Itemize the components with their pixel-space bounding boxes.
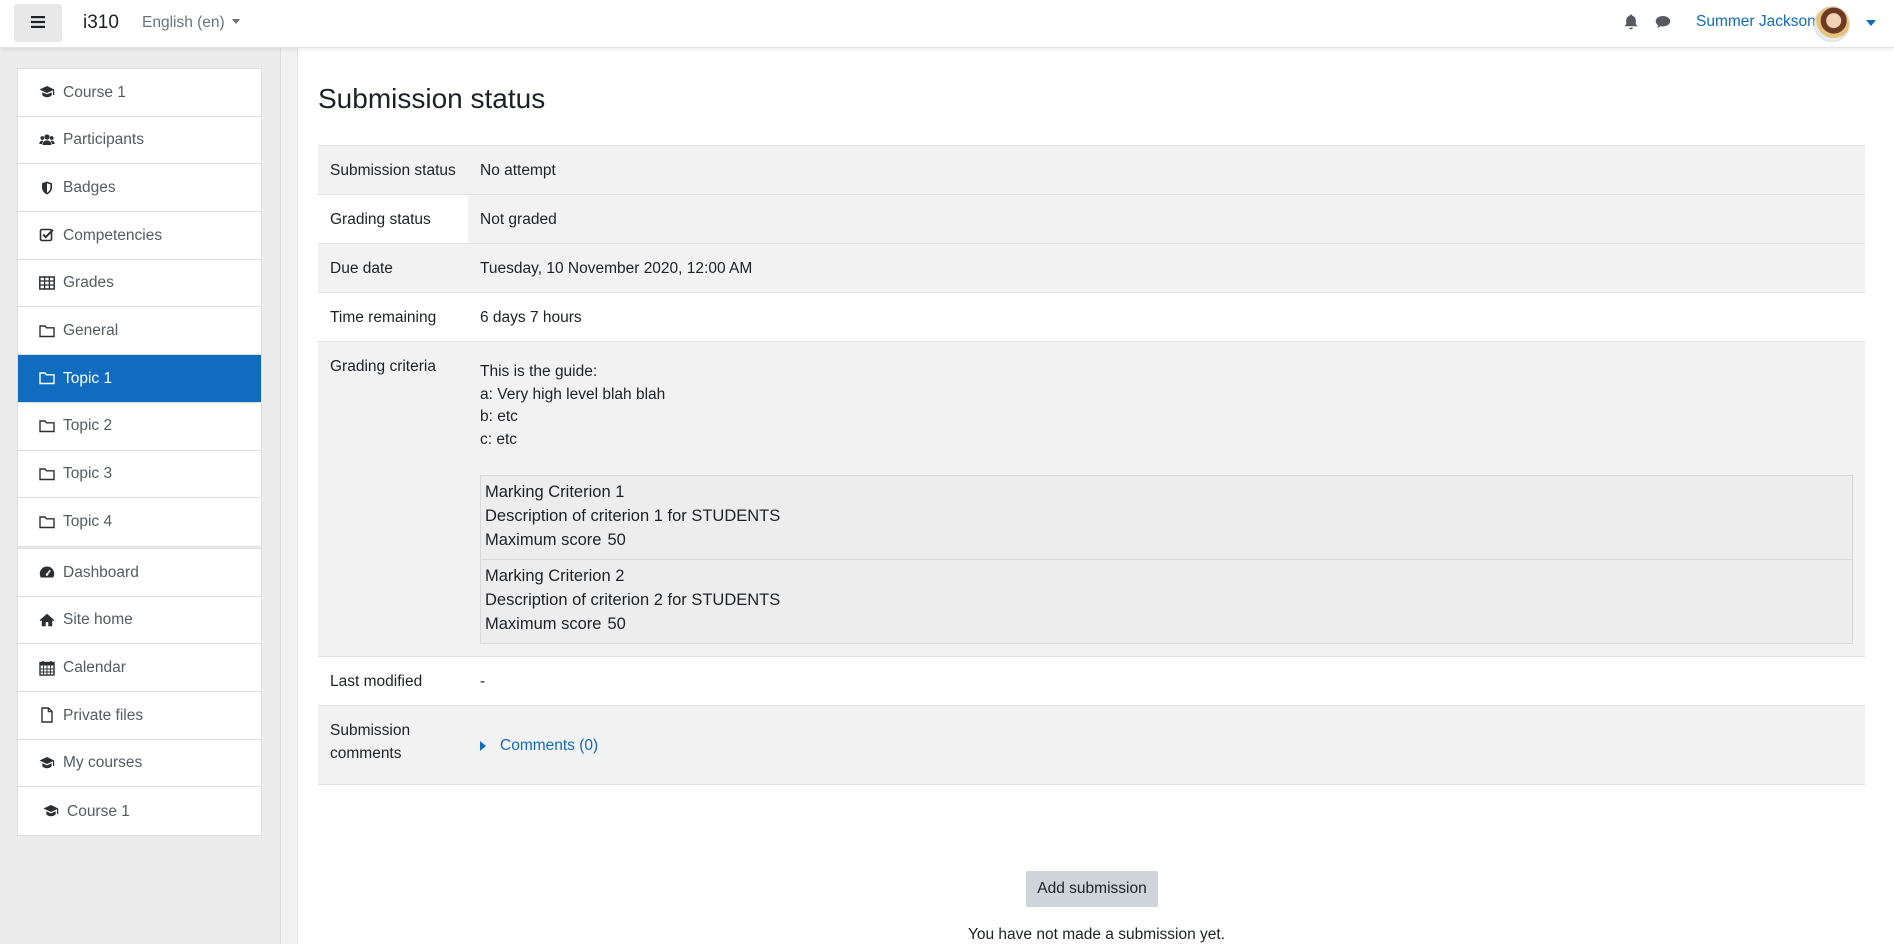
page-title: Submission status bbox=[318, 83, 546, 114]
menu-toggle-button[interactable] bbox=[14, 4, 62, 42]
row-label: Due date bbox=[330, 260, 393, 277]
sidebar-item-my-course-1[interactable]: Course 1 bbox=[18, 787, 261, 835]
folder-icon bbox=[39, 514, 55, 530]
table-row: Submission status No attempt bbox=[318, 146, 1865, 195]
grading-status-value: Not graded bbox=[468, 195, 1865, 243]
sidebar-item-dashboard[interactable]: Dashboard bbox=[18, 549, 261, 597]
submission-status-table: Submission status No attempt Grading sta… bbox=[318, 145, 1865, 785]
last-modified-value: - bbox=[480, 673, 486, 690]
sidebar-item-course-1[interactable]: Course 1 bbox=[18, 69, 261, 117]
folder-icon bbox=[39, 323, 55, 339]
table-row: Time remaining 6 days 7 hours bbox=[318, 293, 1865, 342]
sidebar-item-grades[interactable]: Grades bbox=[18, 260, 261, 308]
site-name-link[interactable]: i310 bbox=[83, 12, 119, 34]
sidebar-item-topic-1[interactable]: Topic 1 bbox=[18, 355, 261, 403]
calendar-icon bbox=[39, 660, 55, 676]
graduation-cap-icon bbox=[39, 755, 55, 771]
folder-icon bbox=[39, 418, 55, 434]
user-menu-name[interactable]: Summer Jackson bbox=[1696, 13, 1816, 31]
table-row: Submission comments Comments (0) bbox=[318, 706, 1865, 785]
sidebar-item-participants[interactable]: Participants bbox=[18, 117, 261, 165]
table-row: Grading status Not graded bbox=[318, 195, 1865, 244]
folder-icon bbox=[39, 466, 55, 482]
sidebar-item-badges[interactable]: Badges bbox=[18, 164, 261, 213]
users-icon bbox=[39, 132, 55, 148]
sidebar-item-site-home[interactable]: Site home bbox=[18, 597, 261, 645]
sidebar-item-topic-3[interactable]: Topic 3 bbox=[18, 451, 261, 499]
graduation-cap-icon bbox=[39, 84, 55, 100]
add-submission-button[interactable]: Add submission bbox=[1026, 871, 1158, 907]
sidebar-item-competencies[interactable]: Competencies bbox=[18, 212, 261, 260]
chevron-down-icon bbox=[231, 19, 240, 24]
criteria-list: Marking Criterion 1 Description of crite… bbox=[480, 475, 1853, 644]
row-label: Grading status bbox=[330, 211, 431, 228]
dashboard-icon bbox=[39, 564, 55, 580]
shield-icon bbox=[39, 180, 55, 196]
home-icon bbox=[39, 612, 55, 628]
chevron-down-icon[interactable] bbox=[1866, 20, 1876, 26]
chat-icon[interactable] bbox=[1655, 15, 1671, 33]
sidebar-item-general[interactable]: General bbox=[18, 307, 261, 356]
bell-icon[interactable] bbox=[1624, 14, 1638, 34]
criterion-name: Marking Criterion 1 bbox=[485, 483, 625, 501]
language-menu[interactable]: English (en) bbox=[142, 14, 240, 32]
graduation-cap-icon bbox=[43, 803, 59, 819]
no-submission-message: You have not made a submission yet. bbox=[967, 926, 1226, 943]
avatar[interactable] bbox=[1814, 6, 1850, 42]
sidebar-item-topic-2[interactable]: Topic 2 bbox=[18, 403, 261, 451]
table-icon bbox=[39, 275, 55, 291]
row-label: Submission comments bbox=[330, 722, 411, 762]
row-label: Grading criteria bbox=[330, 358, 436, 375]
submission-comments-value: Comments (0) bbox=[468, 706, 1865, 784]
sidebar-item-topic-4[interactable]: Topic 4 bbox=[18, 498, 261, 546]
grading-guide-text: This is the guide: a: Very high level bl… bbox=[480, 363, 666, 448]
main-content: Submission status Submission status No a… bbox=[297, 48, 1894, 944]
criterion-max-score: Maximum score 50 bbox=[485, 615, 626, 633]
table-row: Due date Tuesday, 10 November 2020, 12:0… bbox=[318, 244, 1865, 293]
table-row: Last modified - bbox=[318, 657, 1865, 706]
caret-right-icon bbox=[480, 740, 486, 751]
time-remaining-value: 6 days 7 hours bbox=[480, 309, 582, 326]
site-nav-list: Dashboard Site home Calendar Private fil… bbox=[17, 548, 262, 837]
criterion-item: Marking Criterion 2 Description of crite… bbox=[481, 560, 1852, 643]
table-row: Grading criteria This is the guide: a: V… bbox=[318, 342, 1865, 657]
criterion-description: Description of criterion 2 for STUDENTS bbox=[485, 591, 781, 609]
course-nav-list: Course 1 Participants Badges Competencie… bbox=[17, 68, 262, 547]
criterion-name: Marking Criterion 2 bbox=[485, 567, 625, 585]
checkbox-icon bbox=[39, 227, 55, 243]
submission-status-value: No attempt bbox=[480, 162, 556, 179]
menu-icon bbox=[31, 15, 45, 32]
top-navbar: i310 English (en) Summer Jackson bbox=[0, 0, 1894, 48]
sidebar-item-my-courses[interactable]: My courses bbox=[18, 740, 261, 788]
row-label: Last modified bbox=[330, 673, 423, 690]
row-label: Submission status bbox=[330, 162, 456, 179]
criterion-max-score: Maximum score 50 bbox=[485, 531, 626, 549]
nav-drawer: Course 1 Participants Badges Competencie… bbox=[0, 48, 281, 944]
sidebar-item-calendar[interactable]: Calendar bbox=[18, 644, 261, 693]
sidebar-item-private-files[interactable]: Private files bbox=[18, 692, 261, 740]
criterion-item: Marking Criterion 1 Description of crite… bbox=[481, 476, 1852, 560]
language-label: English (en) bbox=[142, 14, 225, 31]
comments-toggle-link[interactable]: Comments (0) bbox=[480, 734, 598, 757]
folder-icon bbox=[39, 370, 55, 386]
grading-criteria-value: This is the guide: a: Very high level bl… bbox=[468, 342, 1865, 656]
due-date-value: Tuesday, 10 November 2020, 12:00 AM bbox=[480, 260, 753, 277]
criterion-description: Description of criterion 1 for STUDENTS bbox=[485, 507, 781, 525]
file-icon bbox=[39, 707, 55, 724]
row-label: Time remaining bbox=[330, 309, 437, 326]
